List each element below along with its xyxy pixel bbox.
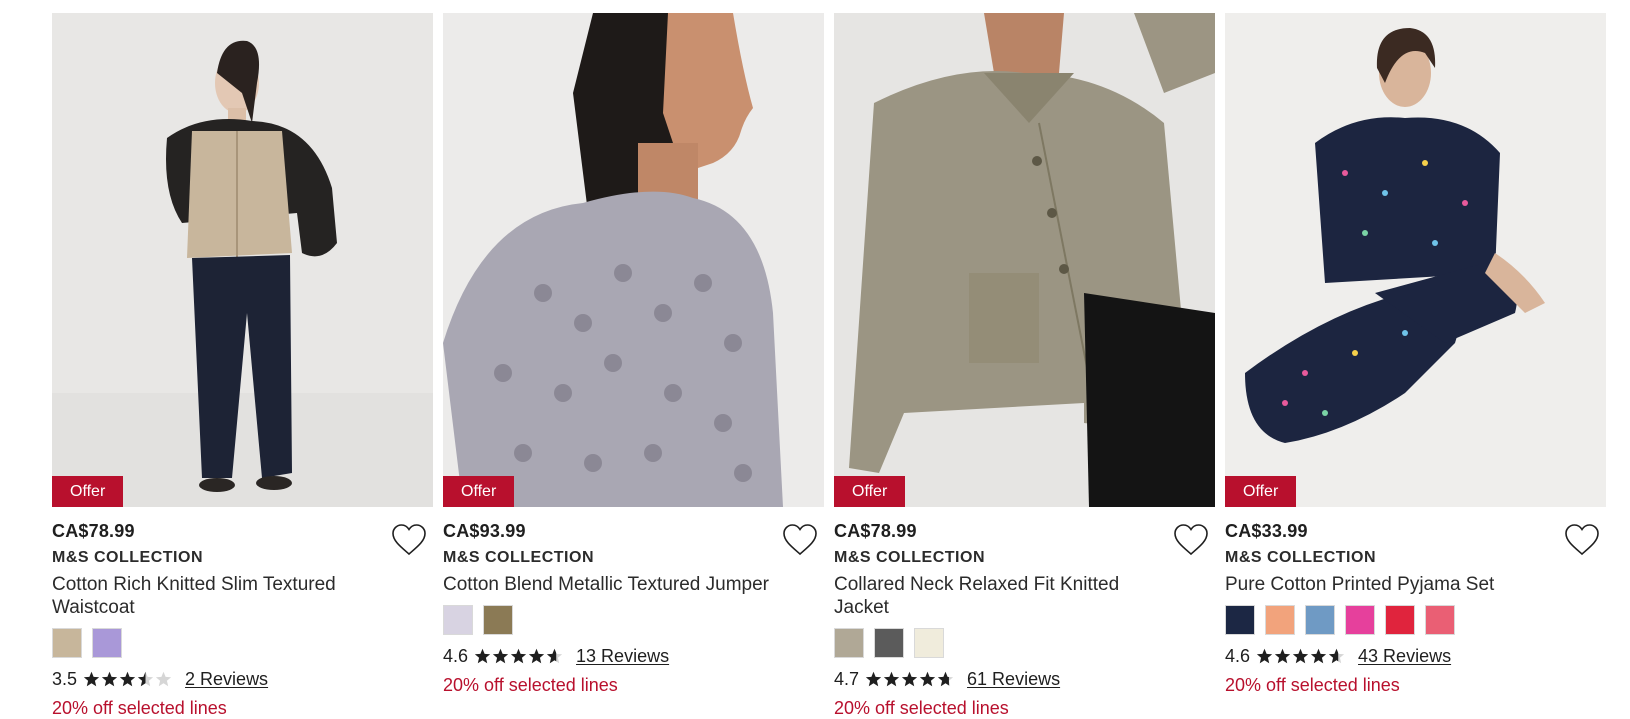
heart-icon <box>783 524 817 556</box>
promo-text: 20% off selected lines <box>834 698 1009 718</box>
star-icon <box>119 671 136 688</box>
reviews-link[interactable]: 61 Reviews <box>967 669 1060 690</box>
wishlist-heart-button[interactable] <box>782 523 818 557</box>
star-icon <box>1328 648 1345 665</box>
product-image[interactable]: Offer <box>443 13 824 507</box>
product-photo <box>443 13 824 507</box>
star-icon <box>474 648 491 665</box>
star-icon <box>101 671 118 688</box>
product-price: CA$78.99 <box>834 521 917 541</box>
offer-badge: Offer <box>1225 476 1297 507</box>
colour-swatch-gold-black[interactable] <box>483 605 513 635</box>
product-brand: M&S COLLECTION <box>834 549 985 566</box>
product-brand: M&S COLLECTION <box>1225 549 1376 566</box>
product-brand: M&S COLLECTION <box>52 549 203 566</box>
product-brand: M&S COLLECTION <box>443 549 594 566</box>
colour-swatches <box>52 628 433 660</box>
product-card[interactable]: Offer CA$78.99 M&S COLLECTION Cotton Ric… <box>52 13 433 719</box>
colour-swatch-beige[interactable] <box>52 628 82 658</box>
rating-row: 4.6 13 Reviews <box>443 643 824 669</box>
rating-row: 4.6 43 Reviews <box>1225 643 1606 669</box>
product-image[interactable]: Offer <box>1225 13 1606 507</box>
reviews-link[interactable]: 2 Reviews <box>185 669 268 690</box>
colour-swatch-pink-red[interactable] <box>1425 605 1455 635</box>
heart-icon <box>392 524 426 556</box>
product-card[interactable]: Offer CA$78.99 M&S COLLECTION Collared N… <box>834 13 1215 719</box>
star-icon <box>1274 648 1291 665</box>
product-price: CA$78.99 <box>52 521 135 541</box>
star-icon <box>865 671 882 688</box>
rating-row: 3.5 2 Reviews <box>52 666 433 692</box>
colour-swatches <box>1225 605 1606 637</box>
heart-icon <box>1565 524 1599 556</box>
promo-text: 20% off selected lines <box>52 698 227 718</box>
promo-text: 20% off selected lines <box>1225 675 1400 695</box>
product-image[interactable]: Offer <box>834 13 1215 507</box>
rating-row: 4.7 61 Reviews <box>834 666 1215 692</box>
star-icon <box>919 671 936 688</box>
product-photo <box>52 13 433 507</box>
star-icon <box>528 648 545 665</box>
star-icon <box>510 648 527 665</box>
colour-swatch-orange-blue[interactable] <box>1265 605 1295 635</box>
colour-swatch-blue[interactable] <box>1305 605 1335 635</box>
reviews-link[interactable]: 13 Reviews <box>576 646 669 667</box>
star-rating <box>83 671 173 688</box>
offer-badge: Offer <box>834 476 906 507</box>
product-title[interactable]: Pure Cotton Printed Pyjama Set <box>1225 573 1565 596</box>
star-icon <box>1256 648 1273 665</box>
colour-swatch-cream[interactable] <box>914 628 944 658</box>
colour-swatch-khaki[interactable] <box>834 628 864 658</box>
star-icon <box>546 648 563 665</box>
rating-value: 4.6 <box>1225 645 1251 666</box>
colour-swatch-silver[interactable] <box>443 605 473 635</box>
star-rating <box>474 648 564 665</box>
promo-text: 20% off selected lines <box>443 675 618 695</box>
product-photo <box>834 13 1215 507</box>
offer-badge: Offer <box>52 476 124 507</box>
star-rating <box>865 671 955 688</box>
reviews-link[interactable]: 43 Reviews <box>1358 646 1451 667</box>
star-icon <box>1292 648 1309 665</box>
rating-value: 4.7 <box>834 668 860 689</box>
product-price: CA$93.99 <box>443 521 526 541</box>
star-icon <box>1310 648 1327 665</box>
product-grid: Offer CA$78.99 M&S COLLECTION Cotton Ric… <box>52 13 1606 719</box>
star-icon <box>901 671 918 688</box>
product-photo <box>1225 13 1606 507</box>
heart-icon <box>1174 524 1208 556</box>
product-image[interactable]: Offer <box>52 13 433 507</box>
star-icon <box>137 671 154 688</box>
star-icon <box>937 671 954 688</box>
product-title[interactable]: Collared Neck Relaxed Fit Knitted Jacket <box>834 573 1174 619</box>
wishlist-heart-button[interactable] <box>1173 523 1209 557</box>
star-icon <box>155 671 172 688</box>
star-icon <box>883 671 900 688</box>
wishlist-heart-button[interactable] <box>1564 523 1600 557</box>
star-rating <box>1256 648 1346 665</box>
rating-value: 3.5 <box>52 668 78 689</box>
rating-value: 4.6 <box>443 645 469 666</box>
colour-swatch-navy[interactable] <box>1225 605 1255 635</box>
product-card[interactable]: Offer CA$33.99 M&S COLLECTION Pure Cotto… <box>1225 13 1606 719</box>
star-icon <box>83 671 100 688</box>
offer-badge: Offer <box>443 476 515 507</box>
colour-swatches <box>443 605 824 637</box>
star-icon <box>492 648 509 665</box>
product-price: CA$33.99 <box>1225 521 1308 541</box>
colour-swatch-charcoal[interactable] <box>874 628 904 658</box>
wishlist-heart-button[interactable] <box>391 523 427 557</box>
colour-swatch-pink-black[interactable] <box>1345 605 1375 635</box>
colour-swatch-red[interactable] <box>1385 605 1415 635</box>
colour-swatch-lilac[interactable] <box>92 628 122 658</box>
colour-swatches <box>834 628 1215 660</box>
product-card[interactable]: Offer CA$93.99 M&S COLLECTION Cotton Ble… <box>443 13 824 719</box>
product-title[interactable]: Cotton Blend Metallic Textured Jumper <box>443 573 783 596</box>
product-title[interactable]: Cotton Rich Knitted Slim Textured Waistc… <box>52 573 392 619</box>
